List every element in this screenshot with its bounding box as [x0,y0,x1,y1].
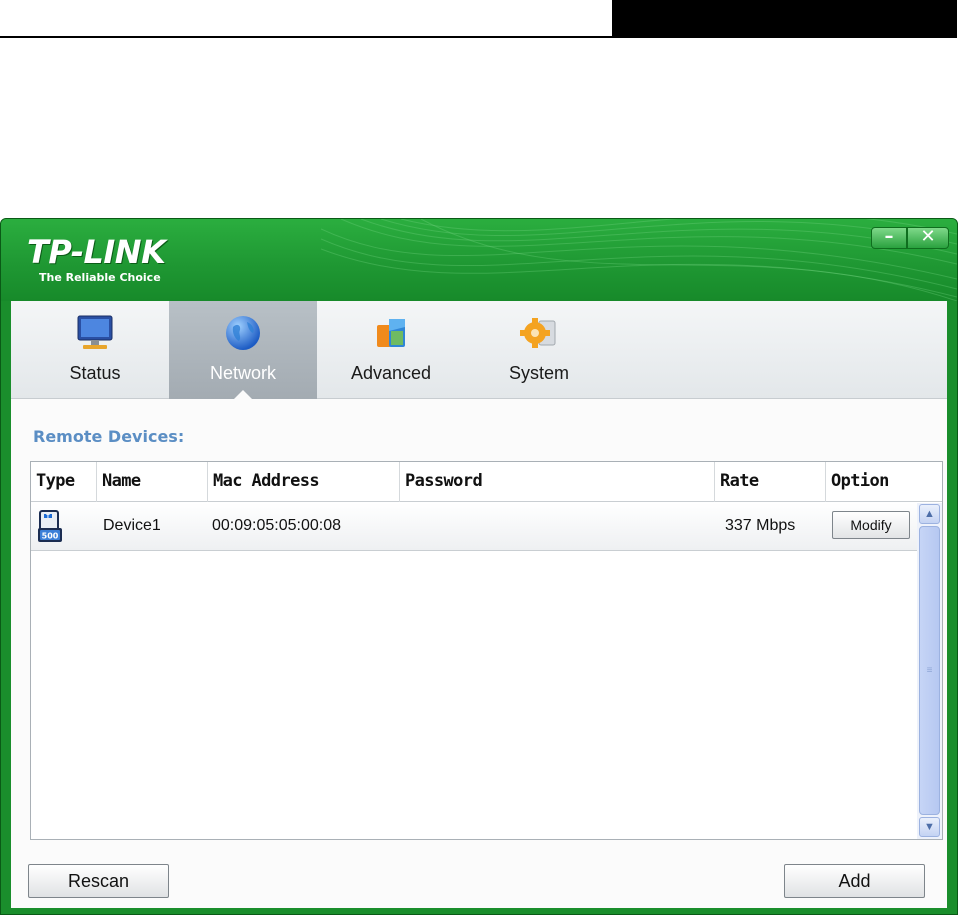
table-row[interactable]: T 500 Device1 00:09:05:05:00:08 337 Mbps… [31,503,917,551]
gear-icon [520,318,556,348]
tab-advanced[interactable]: Advanced [317,301,465,399]
network-panel: Remote Devices: Type Name Mac Address Pa… [11,399,947,908]
scroll-thumb[interactable]: ≡ [919,526,940,815]
table-header: Type Name Mac Address Password Rate Opti… [31,462,942,502]
modify-button[interactable]: Modify [832,511,910,539]
column-header-type[interactable]: Type [31,462,97,502]
remote-devices-title: Remote Devices: [33,427,185,446]
tab-advanced-label: Advanced [350,363,432,383]
scroll-up-button[interactable]: ▲ [919,504,940,524]
add-button[interactable]: Add [784,864,925,898]
tab-system[interactable]: System [465,301,613,399]
globe-icon [226,316,260,350]
monitor-icon [77,315,113,349]
scroll-down-button[interactable]: ▼ [919,817,940,837]
logo-tagline: The Reliable Choice [39,271,161,284]
svg-text:T: T [46,514,50,520]
app-window: TP-LINK The Reliable Choice – ✕ Status N… [0,218,958,915]
column-header-rate[interactable]: Rate [715,462,826,502]
device-name: Device1 [103,517,161,534]
rescan-button[interactable]: Rescan [28,864,169,898]
column-header-mac-address[interactable]: Mac Address [208,462,400,502]
device-mac-address: 00:09:05:05:00:08 [212,517,342,534]
minimize-button[interactable]: – [871,227,907,249]
tab-status-label: Status [69,363,121,383]
vertical-scrollbar[interactable]: ▲ ≡ ▼ [917,503,942,839]
column-header-password[interactable]: Password [400,462,715,502]
title-bar[interactable]: TP-LINK The Reliable Choice – ✕ [1,219,957,301]
close-button[interactable]: ✕ [907,227,949,249]
remote-devices-table: Type Name Mac Address Password Rate Opti… [30,461,943,840]
tab-network[interactable]: Network [169,301,317,400]
device-rate: 337 Mbps [725,517,796,534]
svg-text:500: 500 [42,532,59,541]
tab-system-label: System [508,363,569,383]
tab-network-label: Network [209,363,276,383]
tab-status[interactable]: Status [21,301,169,399]
column-header-name[interactable]: Name [97,462,208,502]
powerline-adapter-icon: T 500 [38,510,62,542]
document-header-block [612,0,957,38]
document-header-rule [0,36,612,38]
main-tab-bar: Status Network Advanced System [11,301,947,400]
column-header-option[interactable]: Option [826,462,942,502]
title-swirl-decoration [321,219,957,301]
tp-link-logo: TP-LINK [27,233,166,271]
advanced-icon [377,319,405,347]
